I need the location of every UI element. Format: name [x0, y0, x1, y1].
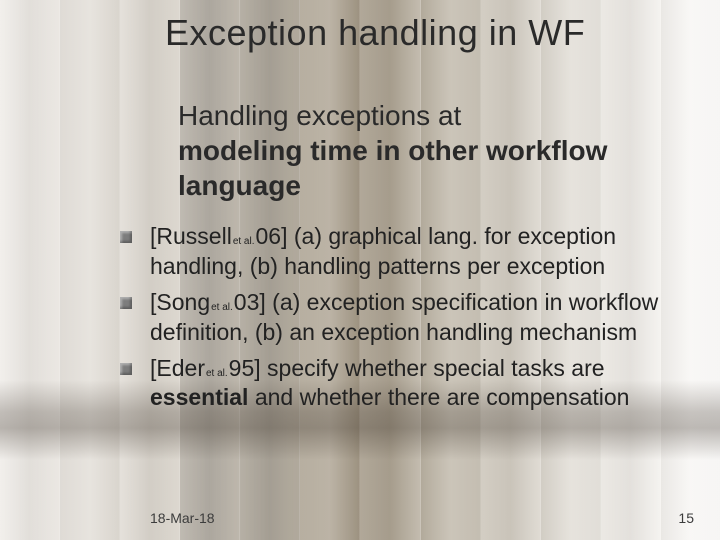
slide-subtitle: Handling exceptions at modeling time in …: [178, 98, 690, 203]
bullet-marker-icon: [120, 297, 132, 309]
slide-title: Exception handling in WF: [165, 12, 700, 54]
footer-date: 18-Mar-18: [150, 510, 215, 526]
bullet-author: Eder: [156, 355, 205, 381]
bullet-year: 95]: [229, 355, 261, 381]
subtitle-line2: modeling time in other workflow language: [178, 135, 607, 201]
bullet-marker-icon: [120, 363, 132, 375]
subtitle-line1: Handling exceptions at: [178, 100, 461, 131]
bullet-body-post: and whether there are compensation: [248, 384, 629, 410]
bullet-year: 03]: [234, 289, 266, 315]
bullet-body-pre: specify whether special tasks are: [261, 355, 605, 381]
bullet-item: [Ederet al.95] specify whether special t…: [120, 354, 690, 414]
bullet-etal: et al.: [211, 302, 233, 313]
bullet-marker-icon: [120, 231, 132, 243]
slide: Exception handling in WF Handling except…: [0, 0, 720, 540]
bullet-item: [Russellet al.06] (a) graphical lang. fo…: [120, 222, 690, 282]
bullet-year: 06]: [256, 223, 288, 249]
bullet-list: [Russellet al.06] (a) graphical lang. fo…: [120, 222, 690, 419]
bullet-etal: et al.: [206, 368, 228, 379]
bullet-author: Russell: [156, 223, 231, 249]
bullet-text: [Songet al.03] (a) exception specificati…: [150, 288, 690, 348]
footer-page-number: 15: [678, 510, 694, 526]
bullet-body: (a) exception specification in workflow …: [150, 289, 658, 345]
bullet-author: Song: [156, 289, 210, 315]
bullet-text: [Ederet al.95] specify whether special t…: [150, 354, 690, 414]
bullet-item: [Songet al.03] (a) exception specificati…: [120, 288, 690, 348]
bullet-text: [Russellet al.06] (a) graphical lang. fo…: [150, 222, 690, 282]
bullet-etal: et al.: [233, 236, 255, 247]
bullet-body-bold: essential: [150, 384, 248, 410]
